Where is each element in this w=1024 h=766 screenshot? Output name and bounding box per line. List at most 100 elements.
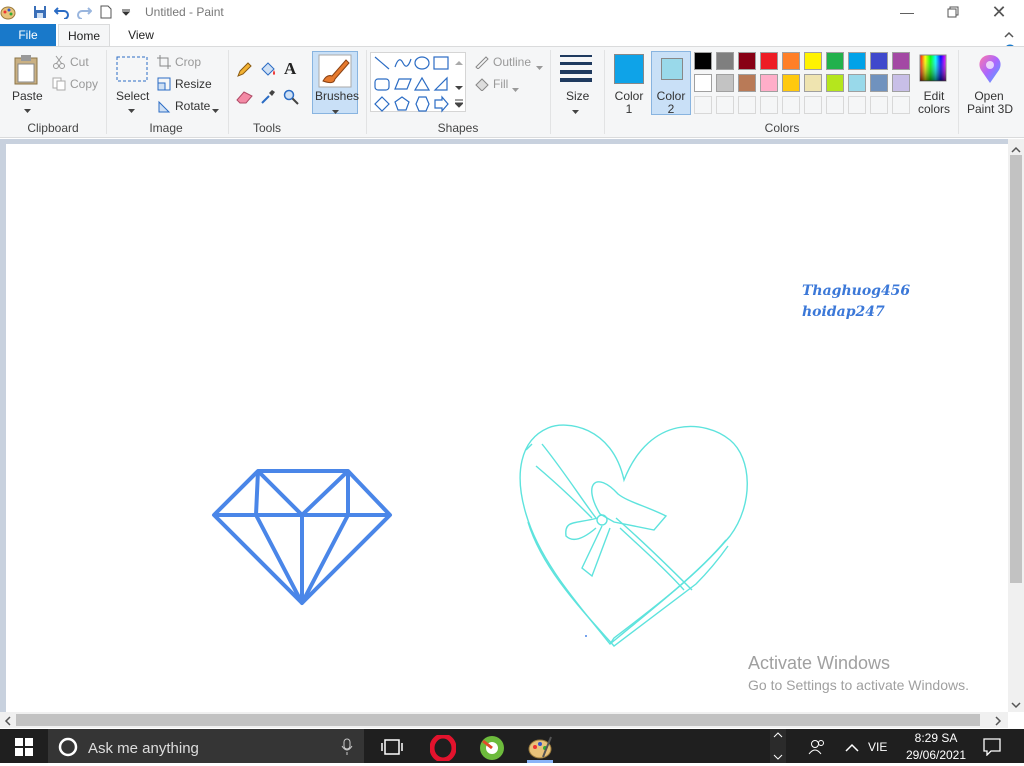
pencil-icon[interactable] [236,62,252,81]
outline-dropdown-icon[interactable] [536,60,543,74]
paint3d-icon[interactable] [975,53,1005,88]
select-icon[interactable] [116,56,148,85]
palette-color-swatch[interactable] [848,74,866,92]
palette-color-swatch[interactable] [760,52,778,70]
palette-color-swatch[interactable] [826,74,844,92]
gallery-scroll-down-icon[interactable] [455,80,463,94]
custom-color-slot[interactable] [760,96,778,114]
color1-button[interactable]: Color 1 [612,52,646,116]
fill-dropdown-icon[interactable] [512,82,519,96]
close-button[interactable]: ✕ [976,0,1022,24]
microphone-icon[interactable] [341,738,353,759]
rotate-icon[interactable] [157,99,171,116]
outline-icon[interactable] [474,55,490,72]
fill-button[interactable]: Fill [493,77,508,91]
palette-color-swatch[interactable] [738,74,756,92]
show-hidden-icons-icon[interactable] [845,742,859,756]
resize-icon[interactable] [157,77,171,94]
palette-color-swatch[interactable] [782,74,800,92]
custom-color-slot[interactable] [892,96,910,114]
copy-icon[interactable] [52,77,66,94]
paint-app-icon[interactable] [0,4,16,20]
collapse-ribbon-icon[interactable] [1004,28,1014,42]
scroll-left-icon[interactable] [4,715,12,729]
tab-home[interactable]: Home [58,24,110,46]
custom-color-slot[interactable] [870,96,888,114]
custom-color-slot[interactable] [738,96,756,114]
palette-color-swatch[interactable] [892,52,910,70]
cortana-icon[interactable] [58,737,78,760]
minimize-button[interactable]: — [884,0,930,24]
custom-color-slot[interactable] [826,96,844,114]
gallery-expand-icon[interactable] [453,98,465,112]
tab-file[interactable]: File [0,24,56,46]
edit-colors-label-line1[interactable]: Edit [918,89,950,103]
crop-button[interactable]: Crop [175,55,201,69]
tab-view[interactable]: View [118,24,164,46]
horizontal-scroll-thumb[interactable] [16,714,980,726]
eraser-icon[interactable] [236,90,254,107]
cut-button[interactable]: Cut [70,55,89,69]
crop-icon[interactable] [157,55,171,72]
rotate-button[interactable]: Rotate [175,99,210,113]
paste-icon[interactable] [12,54,40,89]
outline-button[interactable]: Outline [493,55,531,69]
vertical-scroll-thumb[interactable] [1010,155,1022,583]
customize-quick-access-icon[interactable] [118,4,134,20]
task-view-icon[interactable] [381,738,403,759]
action-center-icon[interactable] [983,738,1001,759]
palette-color-swatch[interactable] [826,52,844,70]
custom-color-slot[interactable] [716,96,734,114]
select-button[interactable]: Select [116,89,149,103]
palette-color-swatch[interactable] [848,52,866,70]
maximize-button[interactable] [930,0,976,24]
fill-bucket-icon[interactable] [259,62,277,81]
palette-color-swatch[interactable] [694,52,712,70]
size-icon[interactable] [560,54,592,85]
new-document-icon[interactable] [98,4,114,20]
clock-date[interactable]: 29/06/2021 [905,748,967,762]
palette-color-swatch[interactable] [892,74,910,92]
magnifier-icon[interactable] [283,89,299,108]
save-icon[interactable] [32,4,48,20]
rotate-dropdown-icon[interactable] [212,103,219,117]
edit-colors-icon[interactable] [919,54,947,85]
size-dropdown-icon[interactable] [572,104,579,118]
palette-color-swatch[interactable] [760,74,778,92]
resize-button[interactable]: Resize [175,77,212,91]
custom-color-slot[interactable] [782,96,800,114]
coccoc-browser-icon[interactable] [479,735,505,764]
paste-dropdown-icon[interactable] [24,103,31,117]
open-paint3d-line2[interactable]: Paint 3D [962,102,1018,116]
canvas-text-box[interactable]: Thaghuog456 hoidap247 [802,281,910,323]
input-language[interactable]: VIE [868,740,887,754]
undo-icon[interactable] [54,4,70,20]
paste-button[interactable]: Paste [12,89,43,103]
fill-icon[interactable] [474,77,490,94]
palette-color-swatch[interactable] [804,52,822,70]
text-tool-icon[interactable]: A [283,59,299,80]
custom-color-slot[interactable] [804,96,822,114]
palette-color-swatch[interactable] [694,74,712,92]
palette-color-swatch[interactable] [782,52,800,70]
gallery-scroll-up-icon[interactable] [455,55,463,69]
scroll-up-icon[interactable] [1011,143,1021,157]
palette-color-swatch[interactable] [870,74,888,92]
taskbar-scroll[interactable] [770,729,786,763]
palette-color-swatch[interactable] [716,52,734,70]
cut-icon[interactable] [52,55,66,72]
opera-browser-icon[interactable] [429,733,457,764]
color-picker-icon[interactable] [260,89,276,108]
copy-button[interactable]: Copy [70,77,98,91]
clock-time[interactable]: 8:29 SA [905,731,967,745]
custom-color-slot[interactable] [694,96,712,114]
scroll-down-icon[interactable] [1011,698,1021,712]
shapes-gallery[interactable] [370,52,466,113]
custom-color-slot[interactable] [848,96,866,114]
palette-color-swatch[interactable] [716,74,734,92]
size-button[interactable]: Size [566,89,589,103]
open-paint3d-line1[interactable]: Open [964,89,1014,103]
palette-color-swatch[interactable] [870,52,888,70]
brushes-dropdown-icon[interactable] [332,104,339,118]
palette-color-swatch[interactable] [738,52,756,70]
